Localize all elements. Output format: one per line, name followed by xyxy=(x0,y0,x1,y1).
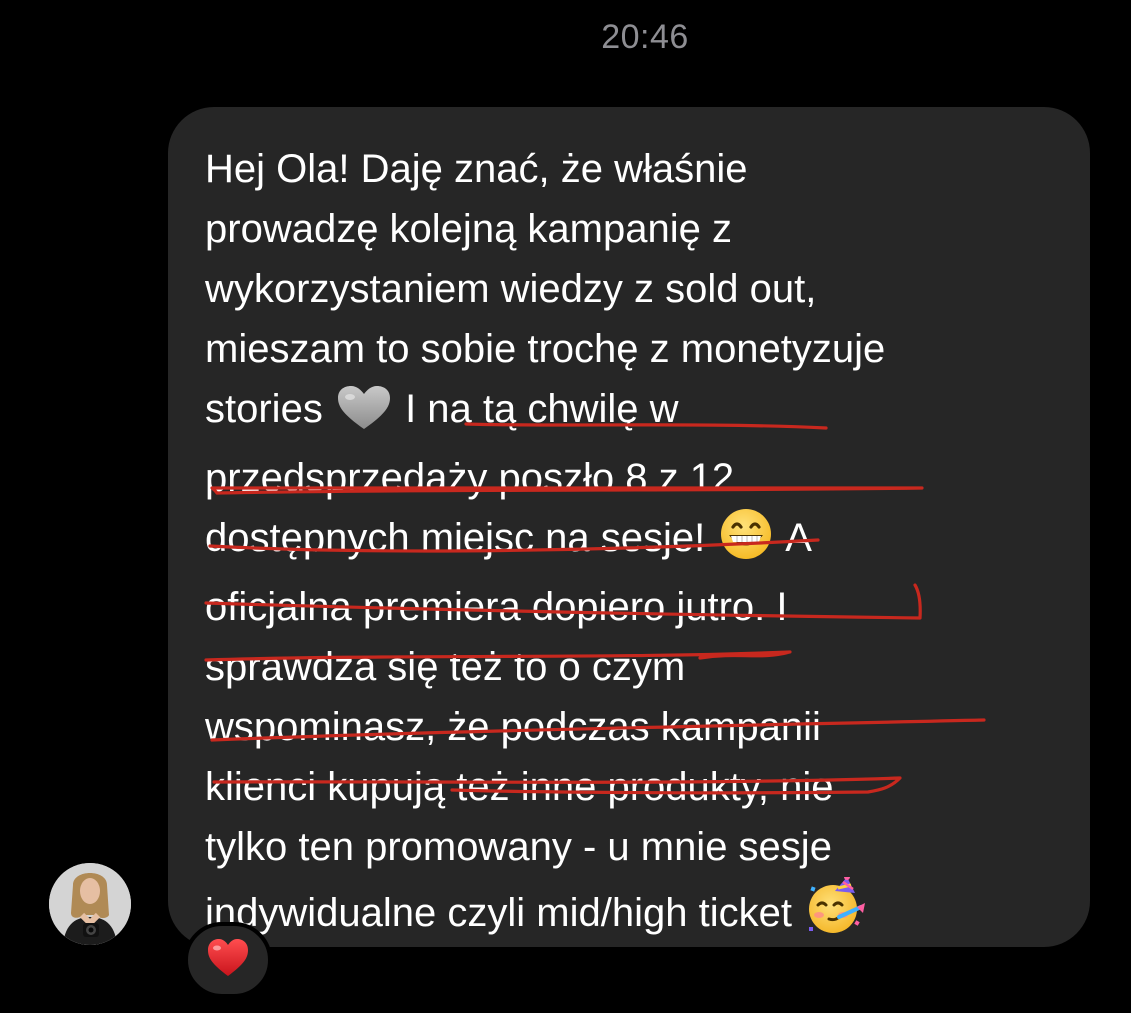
reaction-badge[interactable] xyxy=(184,922,272,998)
message-line: oficjalna premiera dopiero jutro. I xyxy=(205,585,788,629)
message-line: wykorzystaniem wiedzy z sold out, xyxy=(205,267,817,311)
message-line: przedsprzedaży poszło 8 z 12 xyxy=(205,456,735,500)
message-segment: dostępnych miejsc na sesje! xyxy=(205,516,706,560)
message-segment: I na tą chwilę w xyxy=(405,387,679,431)
message-line: tylko ten promowany - u mnie sesje xyxy=(205,825,832,869)
timestamp: 20:46 xyxy=(601,18,689,56)
partying-face-icon xyxy=(805,874,867,952)
message-line: stories I na tą chwilę w xyxy=(205,379,1085,448)
message-line: Hej Ola! Daję znać, że właśnie xyxy=(205,147,748,191)
heart-icon xyxy=(206,938,250,983)
message-line: klienci kupują też inne produkty, nie xyxy=(205,765,834,809)
message-line: dostępnych miejsc na sesje! A xyxy=(205,508,1085,577)
grinning-face-icon xyxy=(718,508,774,577)
message-segment: stories xyxy=(205,387,323,431)
message-segment: indywidualne czyli mid/high ticket xyxy=(205,891,792,935)
message-segment: A xyxy=(785,516,812,560)
message-text: Hej Ola! Daję znać, że właśnie prowadzę … xyxy=(205,139,1085,952)
message-line: mieszam to sobie trochę z monetyzuje xyxy=(205,327,886,371)
avatar[interactable] xyxy=(49,863,131,945)
grey-heart-icon xyxy=(336,385,392,448)
message-line: wspominasz, że podczas kampanii xyxy=(205,705,821,749)
message-line: sprawdza się też to o czym xyxy=(205,645,686,689)
message-line: indywidualne czyli mid/high ticket xyxy=(205,874,1085,952)
message-line: prowadzę kolejną kampanię z xyxy=(205,207,732,251)
